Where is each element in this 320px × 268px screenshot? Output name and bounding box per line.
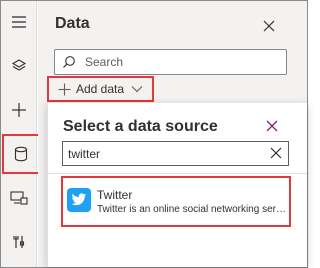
add-data-button[interactable]: Add data xyxy=(47,76,154,102)
panel-search-input[interactable] xyxy=(85,53,281,71)
media-button[interactable] xyxy=(4,183,34,213)
add-data-label: Add data xyxy=(76,82,125,96)
clear-search-button[interactable] xyxy=(270,147,282,159)
media-icon xyxy=(10,191,28,205)
divider xyxy=(48,173,307,174)
tree-view-button[interactable] xyxy=(4,51,34,81)
panel-title: Data xyxy=(55,15,90,32)
hamburger-menu-button[interactable] xyxy=(4,7,34,37)
left-rail xyxy=(1,1,40,267)
data-source-result-twitter[interactable]: Twitter Twitter is an online social netw… xyxy=(61,176,291,227)
panel-close-button[interactable] xyxy=(260,17,278,35)
tools-icon xyxy=(13,236,25,248)
insert-button[interactable] xyxy=(4,95,34,125)
chevron-down-icon xyxy=(131,85,143,93)
panel-search-box[interactable] xyxy=(54,49,287,75)
close-icon xyxy=(270,147,282,159)
flyout-close-button[interactable] xyxy=(263,117,281,135)
database-icon xyxy=(14,146,28,162)
close-icon xyxy=(266,120,278,132)
result-description: Twitter is an online social networking s… xyxy=(97,204,287,215)
select-data-source-flyout: Select a data source Twitter Twitter is … xyxy=(47,103,307,267)
plus-icon xyxy=(12,103,26,117)
hamburger-menu-icon xyxy=(12,16,26,28)
data-source-search-input[interactable] xyxy=(68,145,258,162)
add-icon xyxy=(58,83,71,96)
twitter-logo-icon xyxy=(67,188,91,212)
close-icon xyxy=(263,20,275,32)
result-name: Twitter xyxy=(97,188,133,202)
flyout-title: Select a data source xyxy=(63,118,218,135)
data-source-search-box[interactable] xyxy=(62,141,289,166)
advanced-tools-button[interactable] xyxy=(4,227,34,257)
search-icon xyxy=(63,56,75,68)
layers-icon xyxy=(11,59,27,71)
data-button[interactable] xyxy=(2,134,40,174)
